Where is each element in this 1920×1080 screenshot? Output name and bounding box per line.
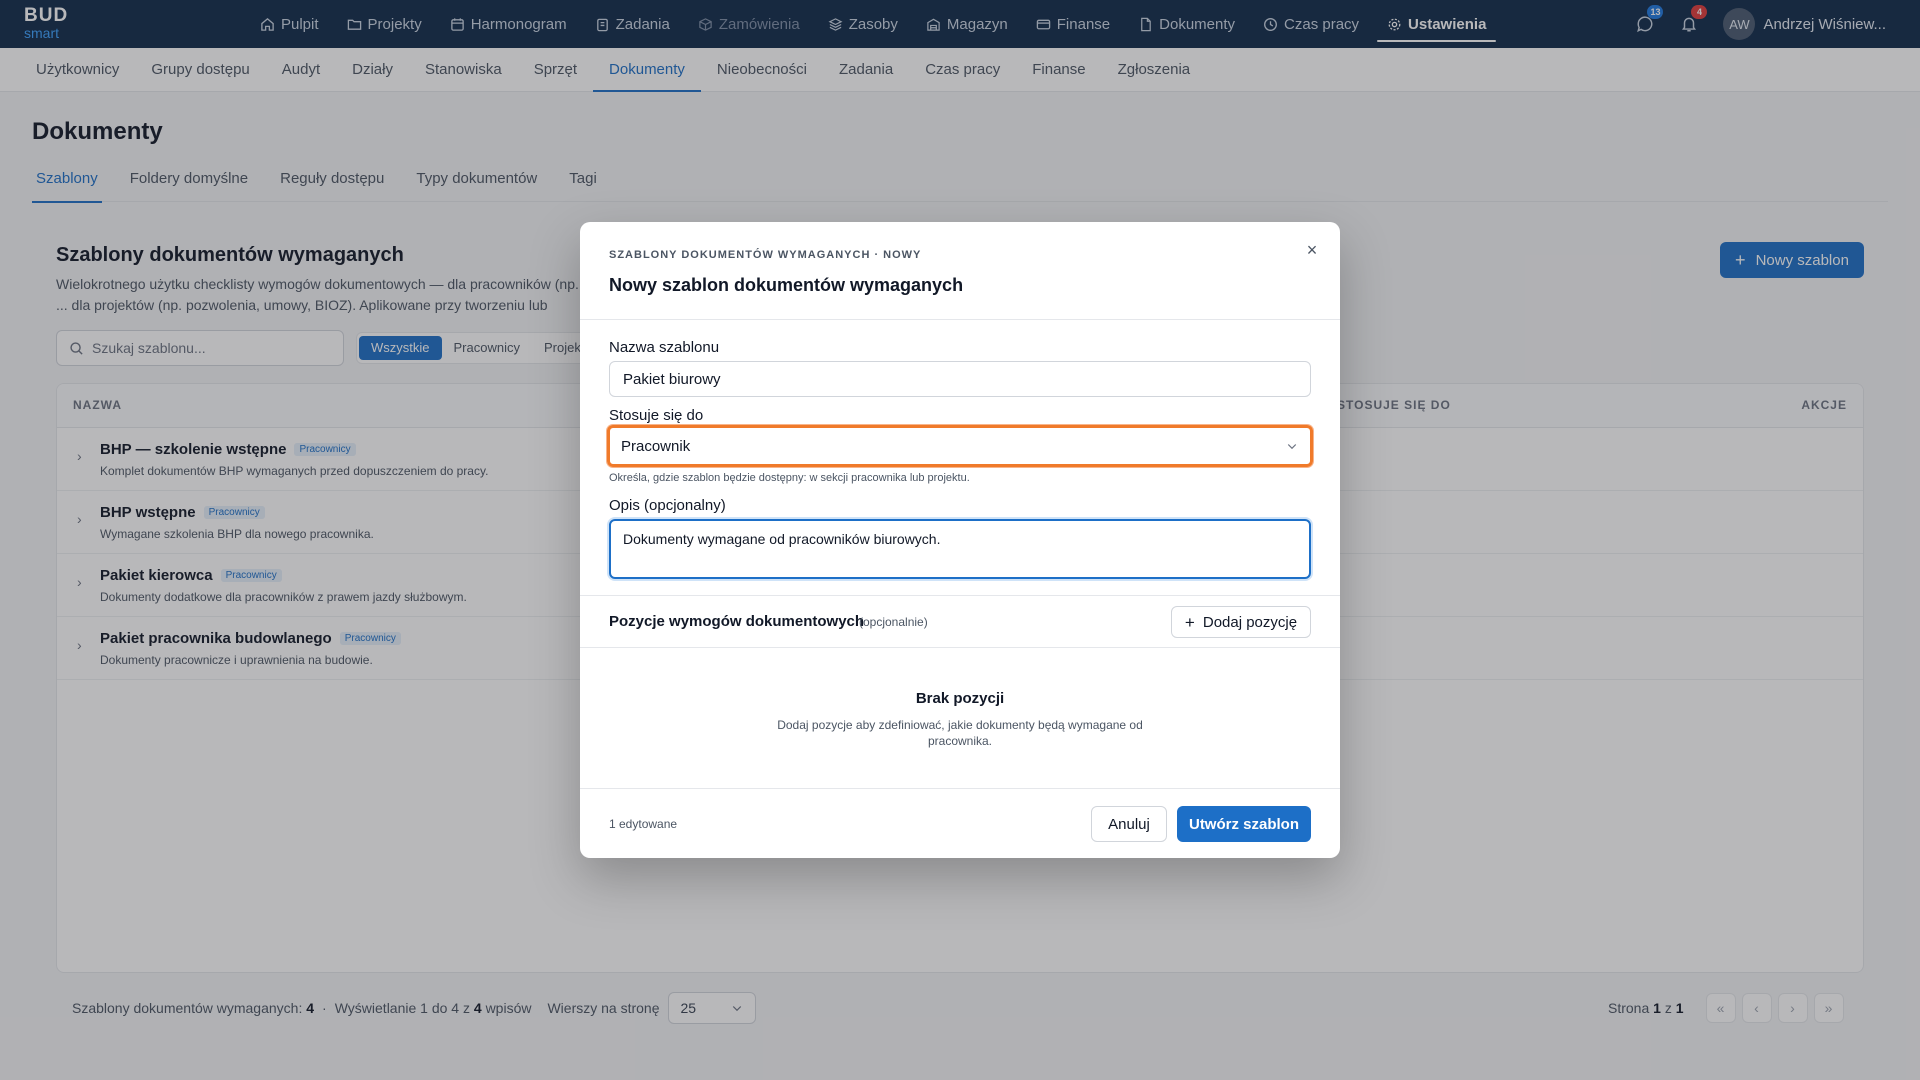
new-template-dialog: SZABLONY DOKUMENTÓW WYMAGANYCH · NOWY No… xyxy=(580,222,1340,858)
template-name-label: Nazwa szablonu xyxy=(609,339,720,356)
add-position-button[interactable]: + Dodaj pozycję xyxy=(1171,606,1311,638)
applies-to-hint: Określa, gdzie szablon będzie dostępny: … xyxy=(609,472,970,484)
add-position-label: Dodaj pozycję xyxy=(1202,613,1298,631)
empty-state-title: Brak pozycji xyxy=(915,690,1005,707)
edited-count-note: 1 edytowane xyxy=(609,817,678,831)
divider xyxy=(580,788,1340,789)
cancel-button[interactable]: Anuluj xyxy=(1091,806,1167,842)
dialog-header: SZABLONY DOKUMENTÓW WYMAGANYCH · NOWY No… xyxy=(580,222,1340,320)
chevron-down-icon xyxy=(1287,444,1297,450)
dialog-title: Nowy szablon dokumentów wymaganych xyxy=(609,275,964,295)
description-label: Opis (opcjonalny) xyxy=(609,497,726,514)
positions-optional-note: (opcjonalnie) xyxy=(859,615,928,629)
divider xyxy=(580,647,1340,648)
applies-to-value: Pracownik xyxy=(621,437,691,455)
close-icon: × xyxy=(1306,240,1318,260)
dialog-eyebrow: SZABLONY DOKUMENTÓW WYMAGANYCH · NOWY xyxy=(609,249,922,261)
applies-to-select[interactable]: Pracownik xyxy=(607,425,1313,467)
template-name-input[interactable]: Pakiet biurowy xyxy=(609,361,1311,397)
create-template-button[interactable]: Utwórz szablon xyxy=(1177,806,1311,842)
applies-to-label: Stosuje się do xyxy=(609,407,704,424)
description-textarea[interactable]: Dokumenty wymagane od pracowników biurow… xyxy=(609,519,1311,579)
empty-state-description: Dodaj pozycje aby zdefiniować, jakie dok… xyxy=(777,718,1143,748)
close-button[interactable]: × xyxy=(1302,240,1322,260)
positions-title: Pozycje wymogów dokumentowych xyxy=(609,613,865,630)
divider xyxy=(580,595,1340,596)
plus-icon: + xyxy=(1184,612,1195,632)
